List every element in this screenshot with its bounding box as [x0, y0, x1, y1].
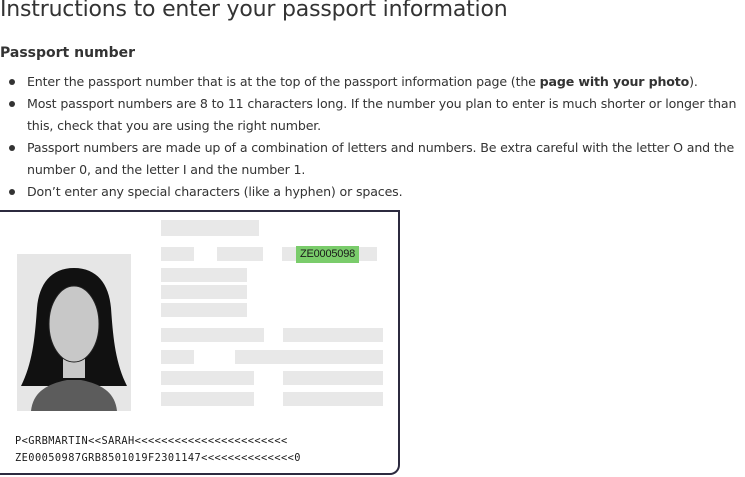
placeholder-bar: [283, 371, 383, 385]
mrz-line-2: ZE00050987GRB8501019F2301147<<<<<<<<<<<<…: [15, 452, 301, 464]
placeholder-bar: [161, 392, 254, 406]
placeholder-bar: [161, 285, 247, 299]
list-item: Enter the passport number that is at the…: [0, 71, 745, 93]
placeholder-bar: [283, 392, 383, 406]
list-item: Don’t enter any special characters (like…: [0, 181, 745, 203]
placeholder-bar: [235, 350, 383, 364]
face-shape: [48, 285, 100, 363]
placeholder-bar: [161, 303, 247, 317]
mrz-line-1: P<GRBMARTIN<<SARAH<<<<<<<<<<<<<<<<<<<<<<…: [15, 435, 288, 447]
passport-number-highlight: ZE0005098: [296, 246, 359, 263]
placeholder-bar: [161, 268, 247, 282]
list-item: Most passport numbers are 8 to 11 charac…: [0, 93, 745, 137]
passport-photo: [17, 254, 131, 411]
person-silhouette-icon: [21, 268, 127, 411]
section-title: Passport number: [0, 45, 136, 61]
bullet-text-end: ).: [689, 74, 698, 89]
bullet-text: Enter the passport number that is at the…: [27, 74, 540, 89]
list-item: Passport numbers are made up of a combin…: [0, 137, 745, 181]
placeholder-bar: [161, 247, 194, 261]
page-title: Instructions to enter your passport info…: [0, 0, 508, 22]
bullet-bold-text: page with your photo: [539, 74, 690, 89]
placeholder-bar: [161, 220, 259, 236]
placeholder-bar: [217, 247, 263, 261]
instructions-list: Enter the passport number that is at the…: [0, 71, 745, 203]
placeholder-bar: [161, 328, 264, 342]
placeholder-bar: [161, 371, 254, 385]
placeholder-bar: [161, 350, 194, 364]
passport-illustration: ZE0005098 P<GRBMARTIN<<SARAH<<<<<<<<<<<<…: [0, 210, 400, 475]
placeholder-bar: [283, 328, 383, 342]
